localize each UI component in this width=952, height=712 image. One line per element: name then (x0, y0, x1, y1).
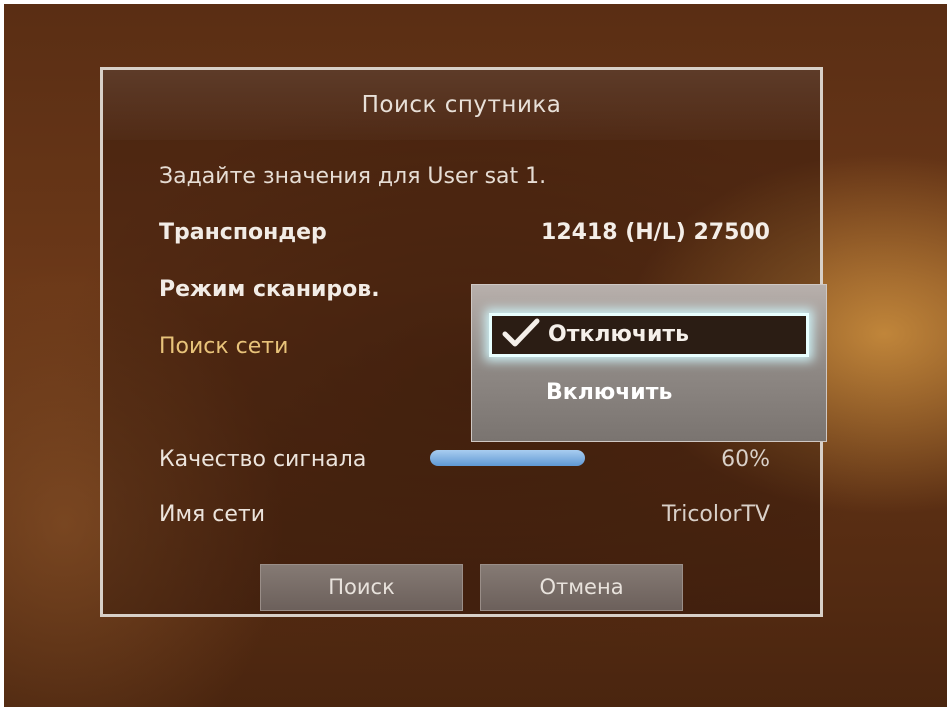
option-disable[interactable]: Отключить (489, 313, 809, 357)
signal-quality-value: 60% (721, 447, 770, 472)
network-name-value: TricolorTV (661, 502, 770, 527)
cancel-button[interactable]: Отмена (480, 564, 683, 611)
option-disable-label: Отключить (548, 322, 690, 347)
network-search-label[interactable]: Поиск сети (159, 334, 288, 359)
transponder-value[interactable]: 12418 (H/L) 27500 (541, 220, 770, 245)
tv-screen: Поиск спутника Задайте значения для User… (4, 4, 947, 707)
transponder-label[interactable]: Транспондер (159, 220, 327, 245)
scan-mode-label[interactable]: Режим сканиров. (159, 277, 380, 302)
network-search-dropdown: Отключить Включить (471, 284, 827, 442)
dialog-hint: Задайте значения для User sat 1. (159, 164, 547, 189)
signal-quality-label: Качество сигнала (159, 447, 367, 472)
network-name-label: Имя сети (159, 502, 266, 527)
search-button[interactable]: Поиск (260, 564, 463, 611)
dialog-title: Поиск спутника (361, 92, 562, 118)
signal-quality-bar (430, 450, 585, 466)
checkmark-icon (502, 318, 540, 347)
option-enable[interactable]: Включить (489, 371, 809, 415)
